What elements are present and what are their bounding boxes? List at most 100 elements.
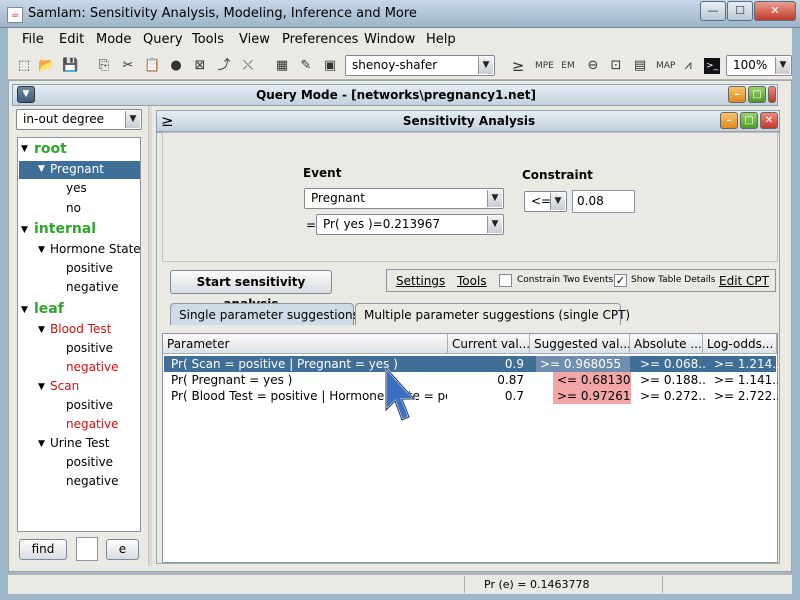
tree-state-negative[interactable]: negative bbox=[66, 280, 118, 294]
menu-preferences[interactable]: Preferences bbox=[282, 32, 358, 47]
column-header-absolute[interactable]: Absolute ... bbox=[630, 334, 703, 354]
code-icon[interactable]: ⊡ bbox=[608, 58, 624, 74]
settings-link[interactable]: Settings bbox=[396, 274, 445, 288]
pr-evidence-status: Pr (e) = 0.1463778 bbox=[484, 578, 590, 591]
map-icon[interactable]: MAP bbox=[656, 58, 675, 74]
delete-node-icon[interactable]: ⊠ bbox=[192, 58, 208, 74]
status-divider bbox=[464, 576, 465, 593]
find-button[interactable]: find bbox=[19, 539, 67, 560]
edit-cpt-link[interactable]: Edit CPT bbox=[719, 274, 769, 288]
tree-state-yes[interactable]: yes bbox=[66, 181, 87, 195]
tab-single-parameter[interactable]: Single parameter suggestions bbox=[170, 303, 359, 325]
menu-edit[interactable]: Edit bbox=[59, 32, 84, 47]
start-sensitivity-button[interactable]: Start sensitivity analysis bbox=[170, 270, 332, 311]
open-icon[interactable]: 📂 bbox=[38, 58, 54, 74]
menu-mode[interactable]: Mode bbox=[96, 32, 131, 47]
tree-item-hormone-state[interactable]: Hormone State bbox=[50, 242, 140, 256]
tree-state-positive[interactable]: positive bbox=[66, 398, 113, 412]
paste-icon[interactable]: 📋 bbox=[144, 58, 160, 74]
table-row[interactable]: Pr( Pregnant = yes ) 0.87 <= 0.681308 >=… bbox=[164, 372, 778, 388]
algorithm-select[interactable]: shenoy-shafer ▼ bbox=[345, 55, 495, 76]
tree-item-urine-test[interactable]: Urine Test bbox=[50, 436, 109, 450]
expand-icon[interactable]: ▼ bbox=[21, 225, 28, 235]
tree-state-positive[interactable]: positive bbox=[66, 455, 113, 469]
evidence-button[interactable]: e bbox=[106, 539, 139, 560]
select-icon[interactable]: ⬚ bbox=[16, 58, 32, 74]
mpe-icon[interactable]: MPE bbox=[535, 58, 554, 74]
menu-tools[interactable]: Tools bbox=[192, 32, 224, 47]
sensitivity-icon[interactable]: ≥ bbox=[510, 58, 526, 74]
evidence-icon[interactable]: ⊖ bbox=[585, 58, 601, 74]
cell-logodds: >= 1.141... bbox=[714, 373, 778, 387]
frame-minimize-button[interactable]: – bbox=[728, 86, 746, 103]
expand-icon[interactable]: ▼ bbox=[21, 305, 28, 315]
tree-state-no[interactable]: no bbox=[66, 201, 81, 215]
menu-window[interactable]: Window bbox=[364, 32, 415, 47]
tree-state-positive[interactable]: positive bbox=[66, 261, 113, 275]
node-icon[interactable]: ● bbox=[168, 58, 184, 74]
tree-item-blood-test[interactable]: Blood Test bbox=[50, 322, 111, 336]
compile-icon[interactable]: ▣ bbox=[322, 58, 338, 74]
sort-select[interactable]: in-out degree ▼ bbox=[16, 109, 142, 130]
event-select[interactable]: Pregnant ▼ bbox=[304, 188, 504, 209]
table-icon[interactable]: ▦ bbox=[274, 58, 290, 74]
constraint-value-input[interactable]: 0.08 bbox=[572, 190, 635, 213]
cell-current: 0.7 bbox=[504, 389, 524, 403]
frame-maximize-button[interactable]: □ bbox=[748, 86, 766, 103]
expand-icon[interactable]: ▼ bbox=[21, 144, 28, 154]
show-table-checkbox[interactable]: ✓ bbox=[614, 274, 627, 287]
column-header-suggested[interactable]: Suggested val... bbox=[530, 334, 630, 354]
cell-current: 0.87 bbox=[497, 373, 524, 387]
tree-item-pregnant[interactable]: Pregnant bbox=[50, 162, 104, 176]
sa-maximize-button[interactable]: □ bbox=[740, 112, 758, 129]
column-header-logodds[interactable]: Log-odds... bbox=[703, 334, 777, 354]
expand-icon[interactable]: ▼ bbox=[38, 245, 45, 255]
tree-item-scan[interactable]: Scan bbox=[50, 379, 79, 393]
expand-icon[interactable]: ▼ bbox=[38, 164, 45, 174]
tree-state-positive[interactable]: positive bbox=[66, 341, 113, 355]
chart-icon[interactable]: ⩘ bbox=[680, 58, 696, 74]
find-input[interactable] bbox=[76, 537, 98, 561]
save-icon[interactable]: 💾 bbox=[62, 58, 78, 74]
sa-minimize-button[interactable]: – bbox=[720, 112, 738, 129]
console-icon[interactable]: >_ bbox=[704, 58, 720, 74]
sa-close-button[interactable]: ✕ bbox=[760, 112, 778, 129]
constraint-op-select[interactable]: <= ▼ bbox=[524, 191, 567, 212]
event-state-select[interactable]: Pr( yes )=0.213967 ▼ bbox=[316, 214, 504, 235]
menu-view[interactable]: View bbox=[239, 32, 270, 47]
edit-icon[interactable]: ✎ bbox=[298, 58, 314, 74]
column-header-current[interactable]: Current val... bbox=[448, 334, 530, 354]
zoom-select[interactable]: 100% ▼ bbox=[726, 55, 792, 76]
menu-file[interactable]: File bbox=[22, 32, 44, 47]
table-row[interactable]: Pr( Blood Test = positive | Hormone Stat… bbox=[164, 388, 778, 404]
expand-icon[interactable]: ▼ bbox=[38, 382, 45, 392]
cell-suggested: >= 0.972612 bbox=[553, 388, 631, 404]
impact-icon[interactable]: ▤ bbox=[632, 58, 648, 74]
chevron-down-icon: ▼ bbox=[478, 57, 493, 74]
delete-edge-icon[interactable]: ⤬ bbox=[240, 58, 256, 74]
maximize-button[interactable]: ☐ bbox=[727, 1, 753, 21]
close-button[interactable]: ✕ bbox=[754, 1, 796, 21]
tools-link[interactable]: Tools bbox=[457, 274, 487, 288]
constrain-two-checkbox[interactable] bbox=[499, 274, 512, 287]
em-icon[interactable]: EM bbox=[560, 58, 576, 74]
frame-close-button[interactable] bbox=[768, 86, 776, 103]
expand-icon[interactable]: ▼ bbox=[38, 439, 45, 449]
column-header-parameter[interactable]: Parameter bbox=[163, 334, 448, 354]
tree-state-negative[interactable]: negative bbox=[66, 474, 118, 488]
edge-icon[interactable]: ⤴ bbox=[216, 58, 232, 74]
expand-icon[interactable]: ▼ bbox=[38, 325, 45, 335]
table-row[interactable]: Pr( Scan = positive | Pregnant = yes ) 0… bbox=[164, 356, 778, 372]
menu-query[interactable]: Query bbox=[143, 32, 183, 47]
pane-splitter[interactable] bbox=[148, 106, 152, 566]
menu-bar: File Edit Mode Query Tools View Preferen… bbox=[8, 28, 792, 52]
minimize-button[interactable]: — bbox=[700, 1, 726, 21]
menu-help[interactable]: Help bbox=[426, 32, 456, 47]
suggestions-table: Parameter Current val... Suggested val..… bbox=[162, 333, 778, 563]
chevron-down-icon: ▼ bbox=[487, 216, 502, 233]
copy-icon[interactable]: ⎘ bbox=[96, 58, 112, 74]
tree-state-negative[interactable]: negative bbox=[66, 417, 118, 431]
cut-icon[interactable]: ✂ bbox=[120, 58, 136, 74]
tab-multiple-parameter[interactable]: Multiple parameter suggestions (single C… bbox=[355, 303, 630, 325]
tree-state-negative[interactable]: negative bbox=[66, 360, 118, 374]
